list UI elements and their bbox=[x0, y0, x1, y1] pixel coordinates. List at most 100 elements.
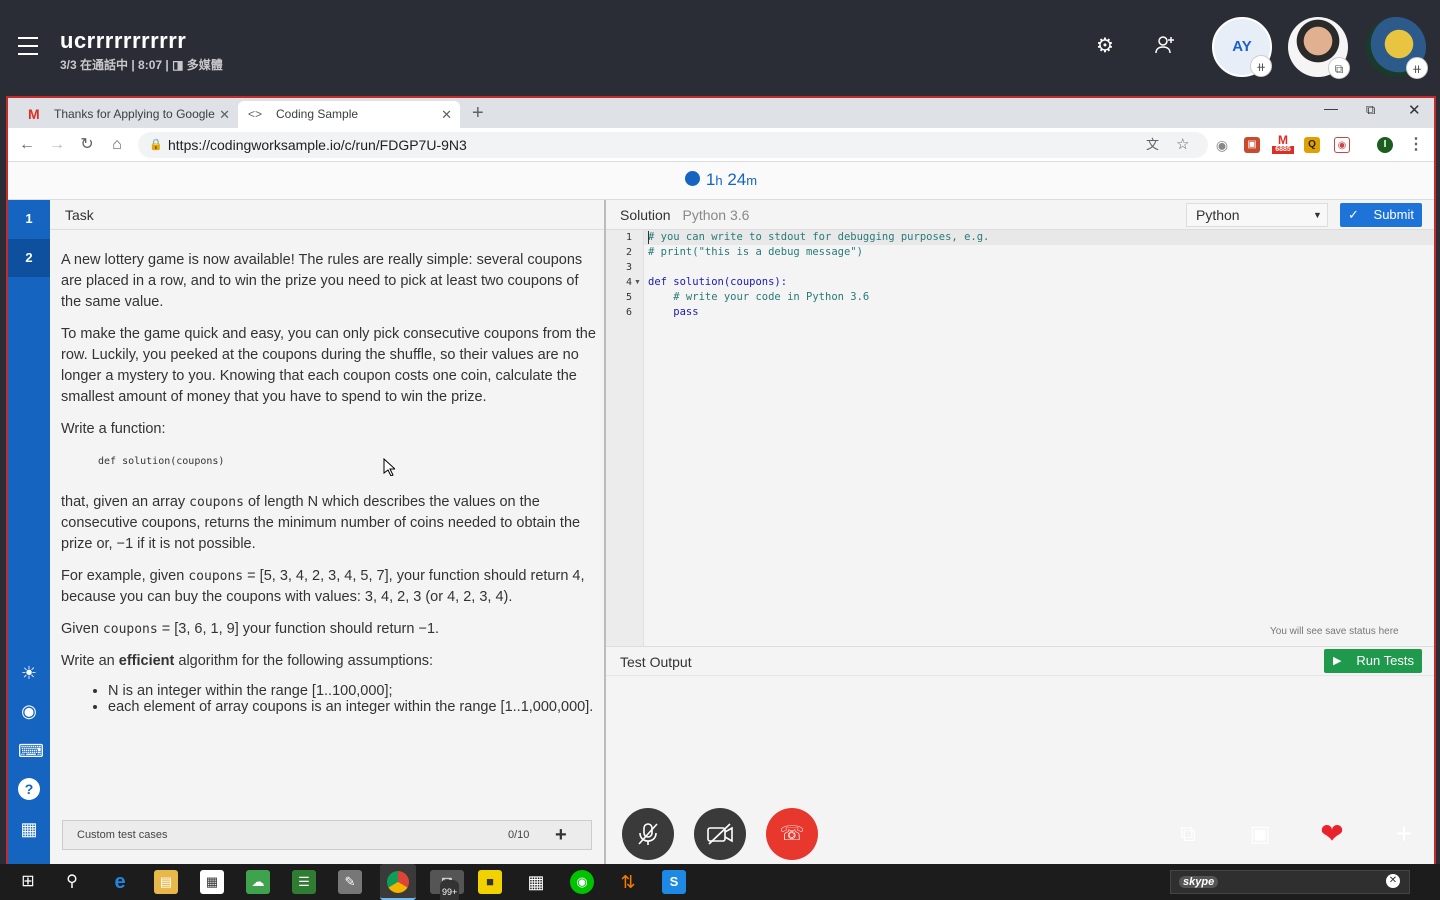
task-header: Task bbox=[50, 200, 604, 230]
address-bar[interactable]: 🔒 https://codingworksample.io/c/run/FDGP… bbox=[138, 132, 1208, 158]
avatar[interactable]: ⧉ bbox=[1288, 17, 1350, 79]
task-panel: Task A new lottery game is now available… bbox=[50, 200, 606, 864]
edge-icon[interactable]: e bbox=[108, 870, 132, 894]
visibility-icon[interactable]: ◉ bbox=[18, 700, 40, 722]
task-tab-2[interactable]: 2 bbox=[8, 239, 50, 277]
windows-start-icon[interactable]: ⊞ bbox=[16, 870, 40, 894]
task-tab-1[interactable]: 1 bbox=[8, 200, 50, 238]
forward-icon[interactable]: → bbox=[48, 136, 66, 154]
gmail-icon: M bbox=[28, 106, 40, 122]
file-explorer-icon[interactable]: ▤ bbox=[154, 870, 178, 894]
more-menu-icon[interactable]: ⋮ bbox=[1408, 137, 1424, 153]
code-line: # print("this is a debug message") bbox=[648, 246, 863, 258]
sticky-notes-icon[interactable]: ■ bbox=[478, 870, 502, 894]
clock-icon bbox=[684, 171, 700, 186]
search-icon[interactable]: ⚲ bbox=[60, 870, 84, 894]
back-icon[interactable]: ← bbox=[18, 136, 36, 154]
language-select[interactable]: Python ▼ bbox=[1186, 203, 1328, 227]
brightness-icon[interactable]: ☀ bbox=[18, 662, 40, 684]
add-participant-icon[interactable] bbox=[1153, 34, 1177, 58]
custom-tests-count: 0/10 bbox=[508, 829, 530, 841]
calendar-icon[interactable]: ▦ bbox=[524, 870, 548, 894]
gmail-extension-icon[interactable]: M 6885 bbox=[1272, 134, 1294, 154]
mic-muted-icon: ⧺ bbox=[1406, 57, 1428, 79]
play-icon: ▶ bbox=[1333, 655, 1342, 667]
avatar[interactable]: AY ⧺ bbox=[1212, 17, 1272, 77]
photos-icon[interactable]: ☁ bbox=[246, 870, 270, 894]
close-window-button[interactable]: ✕ bbox=[1408, 101, 1421, 119]
paint-icon[interactable]: ✎ bbox=[338, 870, 362, 894]
line-number: 4 bbox=[625, 277, 632, 288]
url-text: https://codingworksample.io/c/run/FDGP7U… bbox=[168, 137, 467, 153]
close-icon[interactable]: ✕ bbox=[441, 101, 452, 128]
new-tab-button[interactable]: + bbox=[472, 102, 484, 125]
reload-icon[interactable]: ↻ bbox=[78, 136, 96, 154]
sync-icon[interactable]: ⇅ bbox=[616, 870, 640, 894]
menu-icon[interactable] bbox=[18, 37, 38, 55]
screenshot-icon[interactable]: ▣ bbox=[1244, 818, 1276, 850]
end-call-button[interactable]: ☏ bbox=[766, 808, 818, 860]
layout-icon[interactable]: ▦ bbox=[18, 818, 40, 840]
home-icon[interactable]: ⌂ bbox=[108, 136, 126, 154]
add-icon[interactable]: + bbox=[1388, 818, 1420, 850]
fold-icon[interactable]: ▼ bbox=[634, 275, 641, 290]
tab-coding-sample[interactable]: <> Coding Sample ✕ bbox=[238, 101, 460, 128]
tab-gmail[interactable]: M Thanks for Applying to Google ✕ bbox=[16, 101, 238, 128]
chevron-down-icon: ▼ bbox=[1313, 210, 1322, 220]
media-icon[interactable]: ◨ bbox=[172, 58, 183, 72]
line-number: 5 bbox=[625, 292, 632, 303]
timer-minutes: 24 bbox=[727, 170, 747, 189]
q-extension-icon[interactable]: Q bbox=[1304, 137, 1320, 153]
code-line: # you can write to stdout for debugging … bbox=[648, 231, 990, 243]
run-tests-button[interactable]: ▶ Run Tests bbox=[1324, 649, 1422, 673]
timer-minutes-unit: m bbox=[746, 173, 758, 188]
settings-icon[interactable]: ⚙ bbox=[1093, 34, 1117, 58]
call-header: ucrrrrrrrrrrr 3/3 在通話中 | 8:07 | ◨ 多媒體 ⚙ … bbox=[0, 0, 1440, 96]
restore-button[interactable]: ⧉ bbox=[1366, 102, 1375, 118]
keyboard-icon[interactable]: ⌨ bbox=[18, 740, 44, 762]
pocket-extension-icon[interactable]: ◉ bbox=[1334, 137, 1350, 153]
avatar[interactable]: ⧺ bbox=[1366, 17, 1428, 79]
close-icon[interactable]: ✕ bbox=[1386, 874, 1400, 888]
skype-search-box[interactable]: skype ✕ bbox=[1170, 870, 1410, 894]
timer-hours: 1 bbox=[705, 170, 716, 189]
media-label[interactable]: 多媒體 bbox=[187, 58, 223, 72]
switch-window-icon[interactable]: ⧉ bbox=[1172, 818, 1204, 850]
eye-extension-icon[interactable]: ◉ bbox=[1214, 137, 1230, 153]
store-icon[interactable]: ▦ bbox=[200, 870, 224, 894]
heart-reaction-icon[interactable]: ❤ bbox=[1316, 818, 1348, 850]
pdf-extension-icon[interactable]: ▣ bbox=[1244, 137, 1260, 153]
task-paragraph: For example, given coupons = [5, 3, 4, 2… bbox=[61, 568, 585, 605]
mute-mic-button[interactable] bbox=[622, 808, 674, 860]
skype-search-text: skype bbox=[1179, 876, 1219, 888]
solution-panel: Solution Python 3.6 Python ▼ ✓ Submit 1 … bbox=[606, 200, 1434, 864]
chrome-taskbar-icon[interactable] bbox=[380, 864, 416, 900]
mic-muted-icon: ⧺ bbox=[1250, 55, 1272, 77]
code-line: pass bbox=[648, 306, 699, 318]
mail-icon[interactable]: ✉99+ bbox=[430, 870, 464, 900]
assumptions-list: N is an integer within the range [1..100… bbox=[108, 683, 596, 715]
video-off-button[interactable] bbox=[694, 808, 746, 860]
call-status-text: 3/3 在通話中 | 8:07 | bbox=[60, 58, 169, 72]
custom-test-cases[interactable]: Custom test cases 0/10 + bbox=[62, 820, 592, 850]
tab-strip: M Thanks for Applying to Google ✕ <> Cod… bbox=[8, 98, 1434, 128]
line-number: 6 bbox=[625, 307, 632, 318]
list-item: each element of array coupons is an inte… bbox=[108, 699, 596, 715]
line-app-icon[interactable]: ◉ bbox=[570, 870, 594, 894]
translate-icon[interactable]: 文 bbox=[1146, 132, 1159, 158]
code-editor[interactable]: 1 2 3 4 ▼ 5 6 # you can write to stdout … bbox=[606, 230, 1434, 646]
close-icon[interactable]: ✕ bbox=[219, 101, 230, 128]
submit-button[interactable]: ✓ Submit bbox=[1340, 203, 1422, 227]
bookmark-star-icon[interactable]: ☆ bbox=[1176, 132, 1189, 158]
help-icon[interactable]: ? bbox=[18, 778, 40, 800]
minimize-button[interactable]: — bbox=[1324, 100, 1338, 116]
skype-icon[interactable]: S bbox=[662, 870, 686, 894]
add-test-button[interactable]: + bbox=[555, 821, 567, 849]
task-description: A new lottery game is now available! The… bbox=[61, 250, 596, 715]
browser-window: M Thanks for Applying to Google ✕ <> Cod… bbox=[6, 96, 1436, 864]
profile-avatar[interactable]: I bbox=[1377, 137, 1393, 153]
custom-tests-label: Custom test cases bbox=[77, 829, 168, 841]
task-paragraph: Write a function: bbox=[61, 421, 166, 437]
notes-icon[interactable]: ☰ bbox=[292, 870, 316, 894]
call-status: 3/3 在通話中 | 8:07 | ◨ 多媒體 bbox=[60, 56, 223, 73]
